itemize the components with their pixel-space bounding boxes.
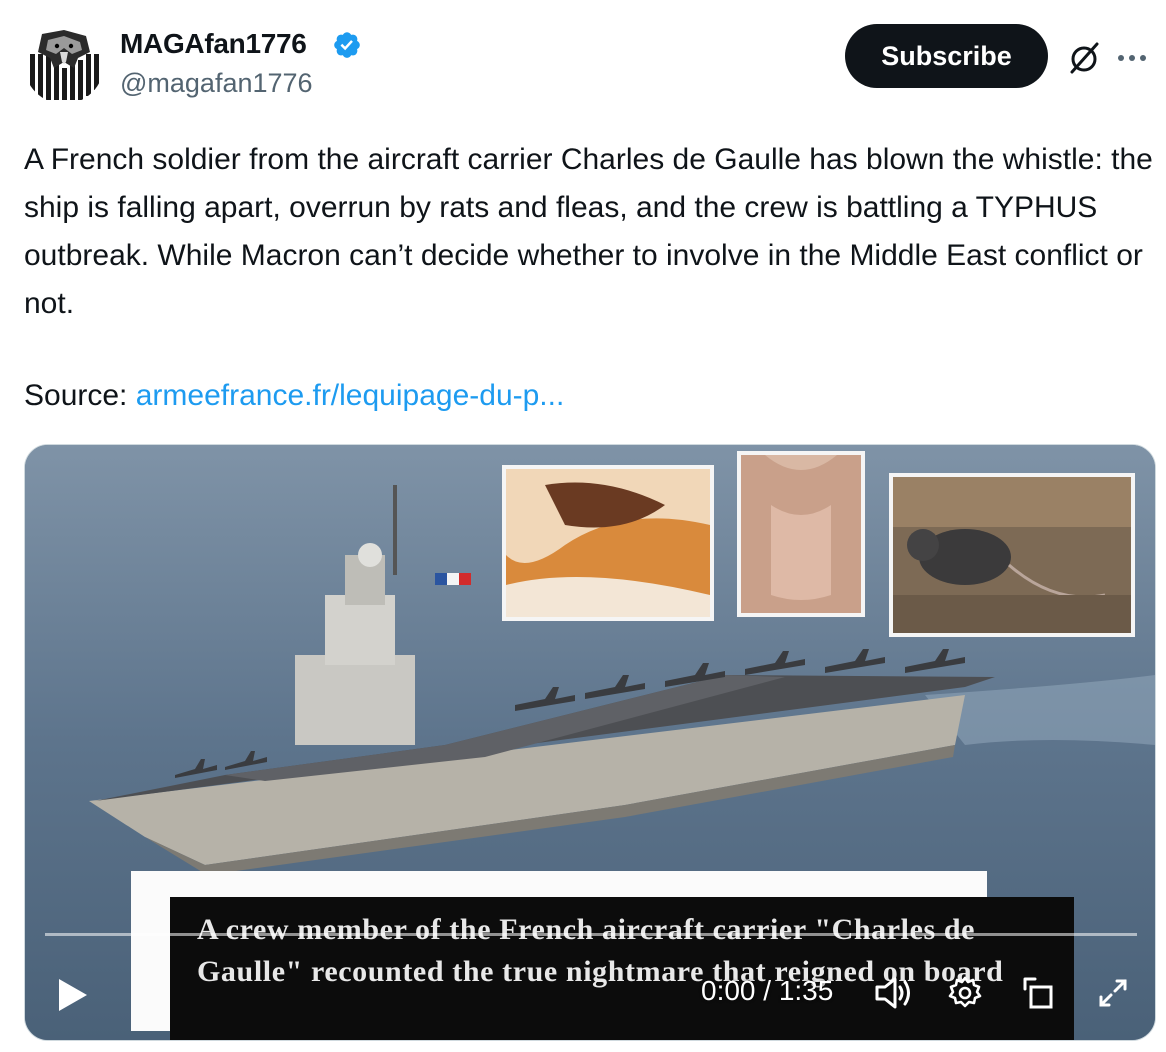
grok-icon[interactable] (1064, 38, 1104, 78)
source-link[interactable]: armeefrance.fr/lequipage-du-p... (136, 379, 565, 412)
picture-in-picture-icon[interactable] (1021, 975, 1057, 1011)
video-caption: A crew member of the French aircraft car… (197, 913, 1004, 988)
volume-icon[interactable] (873, 975, 913, 1011)
tweet-text: A French soldier from the aircraft carri… (24, 143, 1153, 320)
source-label: Source: (24, 379, 136, 412)
author-handle[interactable]: @magafan1776 (120, 68, 313, 99)
play-icon[interactable] (47, 971, 95, 1019)
more-icon[interactable] (1112, 38, 1152, 78)
video-progress-bar[interactable] (45, 933, 1137, 936)
fullscreen-icon[interactable] (1095, 975, 1131, 1011)
author-name[interactable]: MAGAfan1776 (120, 28, 307, 60)
subscribe-button[interactable]: Subscribe (845, 24, 1048, 88)
source-line: Source: armeefrance.fr/lequipage-du-p... (24, 372, 564, 420)
video-time: 0:00 / 1:35 (701, 975, 834, 1006)
video-player[interactable]: A crew member of the French aircraft car… (24, 444, 1156, 1041)
avatar[interactable] (24, 24, 104, 104)
verified-badge-icon (334, 32, 360, 58)
settings-gear-icon[interactable] (947, 975, 983, 1011)
